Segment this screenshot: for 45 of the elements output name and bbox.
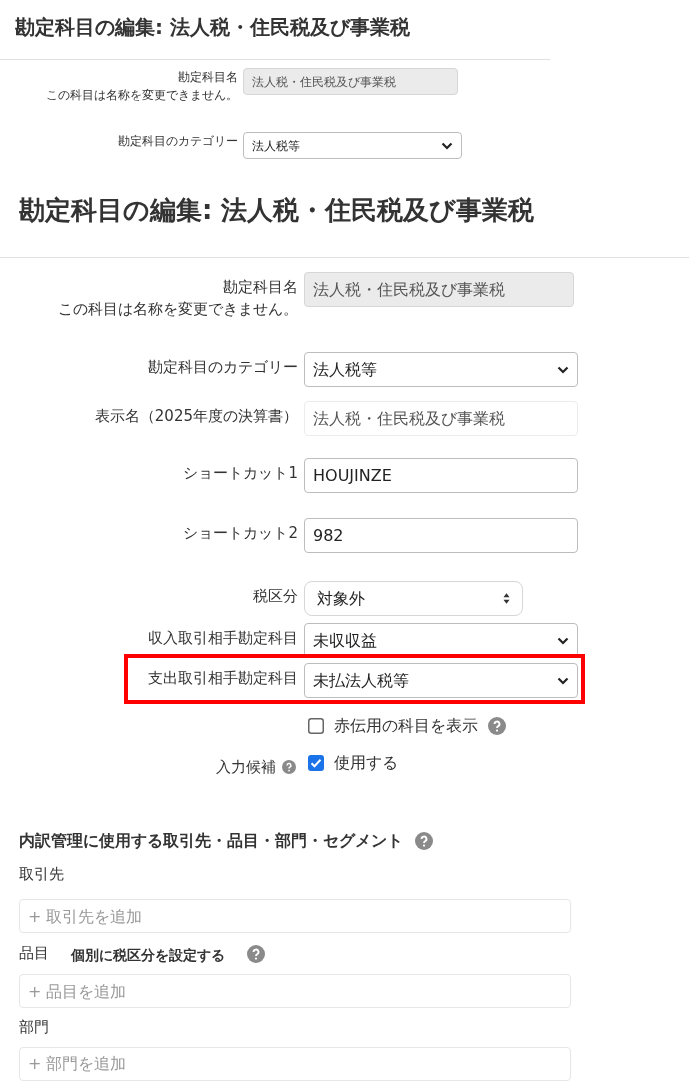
page-title: 勘定科目の編集: 法人税・住民税及び事業税 [14, 14, 411, 41]
checkbox-label[interactable]: 赤伝用の科目を表示 [334, 714, 478, 738]
help-icon[interactable] [488, 717, 506, 735]
group-label: 品目 [19, 943, 49, 965]
help-icon[interactable] [282, 760, 296, 775]
field-label: 表示名（2025年度の決算書） [93, 406, 298, 427]
add-field[interactable]: + 部門を追加 [19, 1046, 571, 1081]
option-label: 個別に税区分を設定する [71, 946, 225, 965]
text-field[interactable]: 982 [304, 518, 578, 553]
name-field: 法人税・住民税及び事業税 [304, 272, 574, 307]
field-note: この科目は名称を変更できません。 [45, 87, 238, 104]
add-field[interactable]: + 品目を追加 [19, 974, 571, 1008]
add-field[interactable]: + 取引先を追加 [19, 899, 571, 933]
select-field[interactable]: 未払法人税等 [304, 663, 578, 698]
page-title: 勘定科目の編集: 法人税・住民税及び事業税 [18, 194, 536, 227]
select-field[interactable]: 対象外 [304, 581, 523, 616]
chevron-down-icon [557, 676, 569, 685]
select-field[interactable]: 法人税等 [243, 132, 462, 159]
checkbox[interactable] [308, 718, 324, 734]
field-label: 入力候補 [216, 757, 276, 778]
group-label: 取引先 [19, 863, 64, 885]
text-field[interactable]: HOUJINZE [304, 458, 578, 493]
group-label: 部門 [19, 1017, 49, 1038]
field-label: 勘定科目のカテゴリー [117, 133, 238, 150]
field-label: 収入取引相手勘定科目 [147, 628, 298, 649]
chevron-down-icon [441, 141, 453, 150]
select-field[interactable]: 法人税等 [304, 352, 578, 387]
updown-icon [503, 593, 510, 604]
field-label: 勘定科目名 [177, 69, 238, 86]
field-label: ショートカット1 [182, 463, 298, 484]
field-label: 税区分 [252, 586, 298, 607]
field-label: 支出取引相手勘定科目 [147, 668, 298, 689]
checkbox[interactable] [308, 755, 324, 772]
chevron-down-icon [557, 365, 569, 374]
field-label: 勘定科目名 [222, 277, 298, 298]
name-field: 法人税・住民税及び事業税 [243, 68, 458, 95]
field-note: この科目は名称を変更できません。 [57, 299, 298, 320]
text-field[interactable]: 法人税・住民税及び事業税 [304, 401, 578, 436]
section-heading: 内訳管理に使用する取引先・品目・部門・セグメント [19, 829, 403, 852]
field-label: 勘定科目のカテゴリー [147, 357, 298, 378]
checkbox-label[interactable]: 使用する [334, 751, 398, 776]
chevron-down-icon [557, 636, 569, 645]
help-icon[interactable] [415, 831, 433, 850]
field-label: ショートカット2 [182, 523, 298, 544]
help-icon[interactable] [247, 944, 265, 963]
